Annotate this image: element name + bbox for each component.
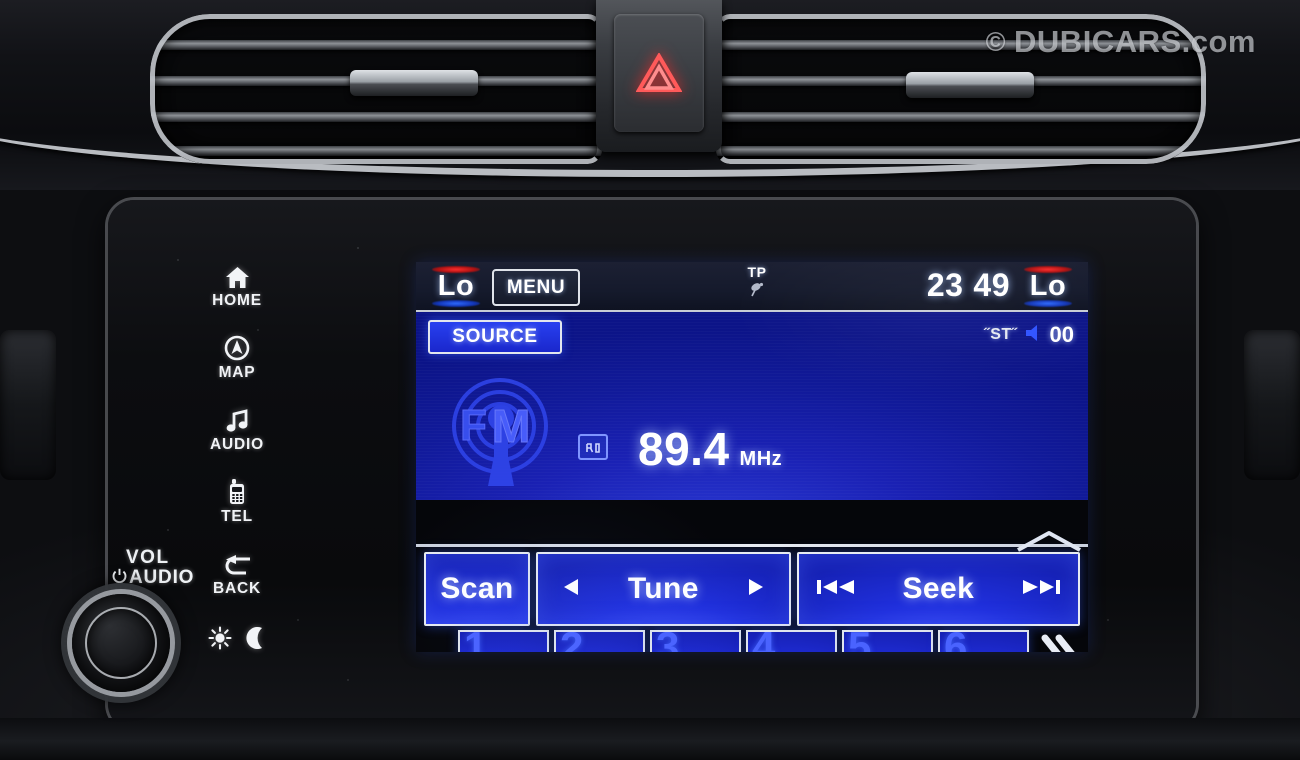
- lower-console-strip: [0, 718, 1300, 760]
- home-icon: [225, 263, 250, 289]
- preset-button-1[interactable]: 1 HIT967: [458, 630, 549, 652]
- right-dash-trim: [1244, 330, 1300, 480]
- skip-forward-icon[interactable]: [1020, 576, 1062, 603]
- volume-control-group: VOL AUDIO: [62, 548, 252, 698]
- double-chevron-right-icon[interactable]: [1036, 630, 1082, 652]
- chevron-up-icon[interactable]: [1016, 530, 1082, 557]
- phone-handset-icon: [229, 478, 246, 505]
- preset-row: 1 HIT967 2 90.1 3 98.1 4 98.1 5 106.1: [416, 630, 1088, 652]
- panel-divider: [416, 544, 1088, 547]
- skip-back-icon[interactable]: [815, 576, 857, 603]
- driver-temperature-indicator[interactable]: Lo: [428, 266, 484, 307]
- tune-button-label: Tune: [627, 572, 699, 605]
- preset-button-2[interactable]: 2 90.1: [554, 630, 645, 652]
- menu-button[interactable]: MENU: [492, 269, 580, 306]
- left-dash-trim: [0, 330, 56, 480]
- speaker-icon: [1024, 324, 1044, 347]
- source-button[interactable]: SOURCE: [428, 320, 562, 354]
- preset-number: 4: [752, 632, 775, 652]
- clock-display: 23 49: [927, 267, 1010, 304]
- radio-main-panel: SOURCE ˝ST˝ 00 F M 89.4 MHz Scan Tune Se…: [416, 312, 1088, 652]
- rds-text-icon: [578, 434, 608, 460]
- preset-button-5[interactable]: 5 106.1: [842, 630, 933, 652]
- hard-key-tel[interactable]: TEL: [177, 466, 297, 538]
- tune-button[interactable]: Tune: [536, 552, 791, 626]
- triangle-right-icon[interactable]: [745, 576, 767, 603]
- hazard-triangle-icon: [635, 52, 683, 93]
- power-icon: [112, 568, 127, 588]
- triangle-left-icon[interactable]: [560, 576, 582, 603]
- svg-text:F: F: [460, 401, 487, 450]
- map-compass-icon: [224, 335, 250, 361]
- vol-label-line1: VOL: [126, 547, 170, 568]
- stereo-indicator: ˝ST˝: [984, 326, 1018, 343]
- preset-number: 6: [944, 632, 967, 652]
- infotainment-screen[interactable]: Lo MENU TP 23 49 Lo SOURCE ˝ST˝ 00 F M 8…: [416, 262, 1088, 652]
- tp-label: TP: [747, 264, 767, 280]
- preset-number: 1: [464, 632, 487, 652]
- watermark: © DUBICARS.com: [986, 24, 1256, 60]
- hard-key-label: AUDIO: [210, 435, 264, 453]
- preset-number: 3: [656, 632, 679, 652]
- volume-level-value: 00: [1049, 322, 1074, 347]
- menu-button-label: MENU: [506, 276, 566, 298]
- stereo-volume-group: ˝ST˝ 00: [984, 322, 1074, 348]
- preset-number: 5: [848, 632, 871, 652]
- frequency-unit: MHz: [739, 448, 783, 470]
- frequency-display: 89.4 MHz: [638, 422, 782, 476]
- volume-power-knob[interactable]: [72, 594, 170, 692]
- satellite-antenna-icon: [722, 281, 792, 302]
- scan-button-label: Scan: [440, 572, 514, 605]
- scan-button[interactable]: Scan: [424, 552, 530, 626]
- music-note-icon: [225, 407, 250, 433]
- hard-key-label: MAP: [218, 363, 256, 381]
- preset-button-4[interactable]: 4 98.1: [746, 630, 837, 652]
- preset-button-6[interactable]: 6 108.0: [938, 630, 1029, 652]
- hard-key-home[interactable]: HOME: [177, 250, 297, 322]
- left-air-vent[interactable]: [150, 14, 602, 164]
- clock-hours: 23: [926, 267, 964, 303]
- hard-key-label: TEL: [221, 507, 253, 525]
- screen-status-bar: Lo MENU TP 23 49 Lo: [416, 262, 1088, 312]
- source-button-label: SOURCE: [452, 326, 538, 347]
- seek-button-label: Seek: [902, 572, 975, 605]
- preset-number: 2: [560, 632, 583, 652]
- watermark-copyright: ©: [985, 26, 1007, 57]
- hard-key-map[interactable]: MAP: [177, 322, 297, 394]
- traffic-program-indicator: TP: [722, 264, 792, 302]
- passenger-temp-value: Lo: [1029, 269, 1067, 302]
- preset-button-3[interactable]: 3 98.1: [650, 630, 741, 652]
- passenger-temperature-indicator[interactable]: Lo: [1020, 266, 1076, 307]
- fm-radio-tower-icon: F M: [442, 374, 562, 504]
- volume-knob-label: VOL AUDIO: [112, 548, 194, 588]
- hard-key-audio[interactable]: AUDIO: [177, 394, 297, 466]
- hazard-warning-button[interactable]: [614, 14, 704, 132]
- svg-text:M: M: [492, 400, 530, 452]
- driver-temp-value: Lo: [437, 269, 475, 302]
- left-vent-direction-knob[interactable]: [350, 70, 478, 96]
- hazard-button-housing: [596, 0, 722, 152]
- frequency-value: 89.4: [638, 423, 730, 475]
- clock-minutes: 49: [973, 267, 1010, 303]
- right-vent-direction-knob[interactable]: [906, 72, 1034, 98]
- watermark-text: DUBICARS.com: [1014, 24, 1256, 59]
- radio-control-row: Scan Tune Seek: [416, 552, 1088, 626]
- vol-label-line2: AUDIO: [129, 566, 195, 588]
- hard-key-label: HOME: [212, 291, 262, 309]
- dashboard-photo: HOME MAP AUDIO TEL BACK VOL AUDIO Lo MEN…: [0, 0, 1300, 760]
- seek-button[interactable]: Seek: [796, 552, 1080, 626]
